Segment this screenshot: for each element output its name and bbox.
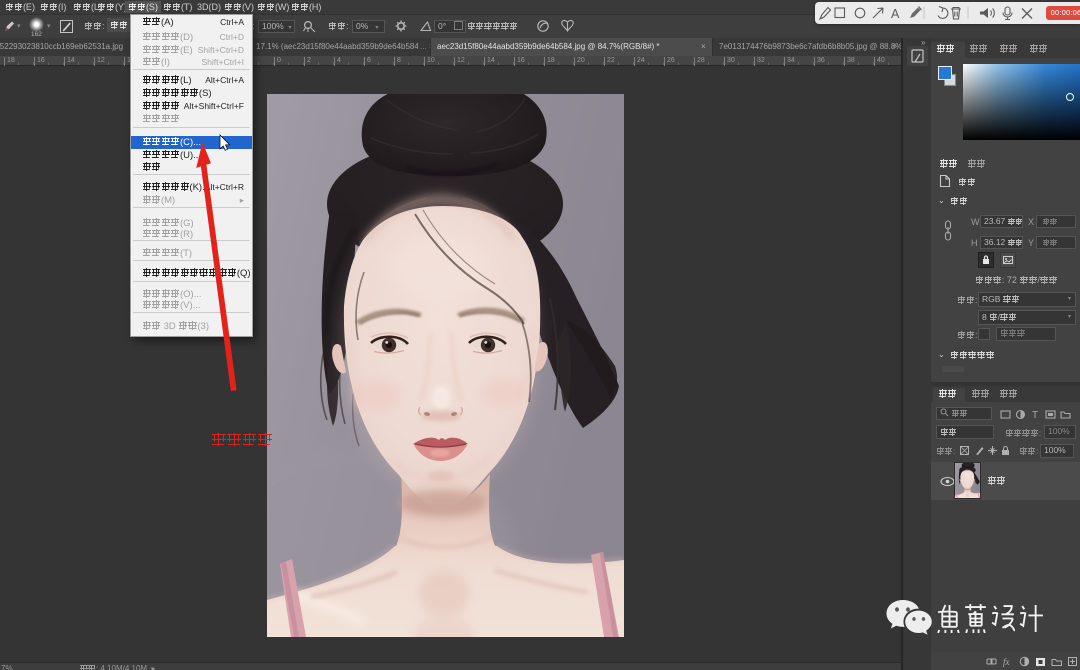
svg-text:T: T [1032,410,1038,420]
svg-text:fx: fx [1003,657,1010,667]
svg-text:A: A [891,7,900,21]
